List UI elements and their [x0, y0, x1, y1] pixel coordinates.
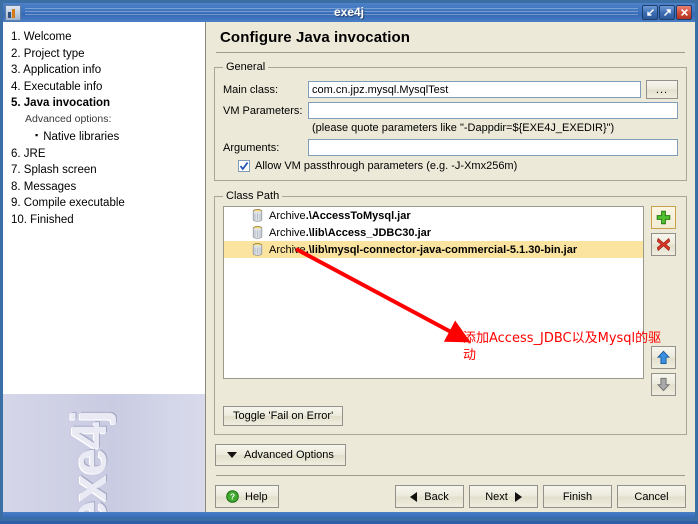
allow-passthrough-checkbox[interactable]: [238, 160, 250, 172]
sidebar-advanced-options-label: Advanced options:: [25, 112, 112, 125]
exe4j-watermark: exe4j: [3, 394, 205, 518]
sidebar-item-native-libraries[interactable]: ▪ Native libraries: [11, 127, 205, 146]
remove-entry-button[interactable]: [650, 233, 676, 256]
list-item-kind: Archive: [269, 226, 306, 239]
list-item[interactable]: Archive .\AccessToMysql.jar: [224, 207, 643, 224]
jar-icon: [252, 243, 263, 256]
vm-parameters-label: VM Parameters:: [223, 104, 303, 117]
sidebar-item-compile-executable[interactable]: 9. Compile executable: [11, 195, 205, 212]
class-path-group: Class Path Archive .\AccessToMysql.jar A…: [214, 190, 687, 435]
status-bar: [3, 512, 695, 518]
bullet-icon: ▪: [35, 129, 39, 140]
main-class-browse-button[interactable]: ...: [646, 80, 678, 99]
title-divider: [216, 52, 685, 53]
x-icon: [656, 237, 670, 252]
arrow-right-icon: [514, 491, 522, 502]
arrow-down-icon: [656, 377, 670, 392]
footer-divider: [216, 475, 685, 476]
arguments-input[interactable]: [308, 139, 678, 156]
help-button[interactable]: ? Help: [215, 485, 279, 508]
next-button[interactable]: Next: [469, 485, 538, 508]
footer-bar: ? Help Back Next Finish Cancel: [214, 485, 687, 508]
sidebar-item-application-info[interactable]: 3. Application info: [11, 62, 205, 79]
help-label: Help: [245, 490, 268, 503]
list-item-kind: Archive: [269, 209, 306, 222]
main-class-label: Main class:: [223, 83, 279, 96]
list-item-kind: Archive: [269, 243, 306, 256]
vm-parameters-row: VM Parameters:: [223, 102, 678, 119]
close-icon[interactable]: [676, 5, 692, 20]
list-item[interactable]: Archive .\lib\Access_JDBC30.jar: [224, 224, 643, 241]
general-group: General Main class: ... VM Parameters: (…: [214, 61, 687, 181]
sidebar-item-java-invocation[interactable]: 5. Java invocation: [11, 95, 205, 112]
titlebar-rails: [25, 7, 638, 18]
window-client-area: 1. Welcome 2. Project type 3. Applicatio…: [3, 22, 695, 518]
toggle-fail-on-error-row: Toggle 'Fail on Error': [223, 406, 678, 426]
sidebar-item-finished[interactable]: 10. Finished: [11, 212, 205, 229]
vm-parameters-input[interactable]: [308, 102, 678, 119]
list-item-path: .\AccessToMysql.jar: [305, 209, 411, 222]
arguments-row: Arguments:: [223, 139, 678, 156]
plus-icon: [656, 210, 670, 225]
cancel-button[interactable]: Cancel: [617, 485, 686, 508]
sidebar-item-welcome[interactable]: 1. Welcome: [11, 29, 205, 46]
sidebar-item-project-type[interactable]: 2. Project type: [11, 46, 205, 63]
help-icon: ?: [226, 490, 239, 503]
class-path-buttons: [648, 206, 678, 400]
sidebar-item-native-libraries-label: Native libraries: [43, 130, 120, 143]
vm-parameters-hint: (please quote parameters like "-Dappdir=…: [312, 122, 615, 134]
class-path-group-legend: Class Path: [226, 190, 280, 202]
annotation-text: 添加Access_JDBC以及Mysql的驱动: [463, 331, 662, 363]
main-class-input[interactable]: [308, 81, 641, 98]
wizard-nav-buttons: Back Next Finish Cancel: [395, 485, 686, 508]
next-label: Next: [485, 490, 508, 503]
main-class-row: Main class: ...: [223, 80, 678, 99]
wizard-sidebar: 1. Welcome 2. Project type 3. Applicatio…: [3, 22, 206, 518]
jar-icon: [252, 209, 263, 222]
page-title: Configure Java invocation: [220, 29, 411, 46]
general-group-legend: General: [226, 61, 266, 73]
toggle-fail-on-error-button[interactable]: Toggle 'Fail on Error': [223, 406, 344, 426]
sidebar-item-executable-info[interactable]: 4. Executable info: [11, 79, 205, 96]
maximize-icon[interactable]: [659, 5, 675, 20]
advanced-options-button[interactable]: Advanced Options: [215, 444, 346, 466]
advanced-options-label: Advanced Options: [244, 449, 334, 461]
arguments-label: Arguments:: [223, 141, 280, 154]
class-path-area: Archive .\AccessToMysql.jar Archive .\li…: [223, 206, 678, 400]
allow-passthrough-row[interactable]: Allow VM passthrough parameters (e.g. -J…: [223, 160, 678, 172]
list-item-selected[interactable]: Archive .\lib\mysql-connector-java-comme…: [224, 241, 643, 258]
jar-icon: [252, 226, 263, 239]
sidebar-item-messages[interactable]: 8. Messages: [11, 179, 205, 196]
sidebar-item-splash-screen[interactable]: 7. Splash screen: [11, 162, 205, 179]
list-item-path: .\lib\mysql-connector-java-commercial-5.…: [305, 243, 578, 256]
title-bar[interactable]: exe4j: [3, 3, 695, 22]
list-item-path: .\lib\Access_JDBC30.jar: [305, 226, 432, 239]
minimize-icon[interactable]: [642, 5, 658, 20]
exe4j-watermark-text: exe4j: [63, 410, 117, 518]
app-icon: [5, 4, 21, 21]
main-panel: Configure Java invocation General Main c…: [206, 22, 695, 518]
allow-passthrough-label: Allow VM passthrough parameters (e.g. -J…: [255, 160, 518, 172]
arrow-left-icon: [410, 491, 418, 502]
chevron-down-icon: [227, 452, 237, 458]
sidebar-item-jre[interactable]: 6. JRE: [11, 146, 205, 163]
svg-text:?: ?: [230, 492, 235, 502]
exe4j-window: exe4j 1. Welcome 2. Project type 3. Appl…: [0, 0, 698, 521]
checkmark-icon: [239, 162, 249, 171]
wizard-step-list: 1. Welcome 2. Project type 3. Applicatio…: [3, 22, 205, 228]
back-button[interactable]: Back: [395, 485, 464, 508]
finish-button[interactable]: Finish: [543, 485, 612, 508]
window-controls: [642, 5, 692, 20]
add-entry-button[interactable]: [650, 206, 676, 229]
back-label: Back: [424, 490, 449, 503]
move-down-button[interactable]: [650, 373, 676, 396]
